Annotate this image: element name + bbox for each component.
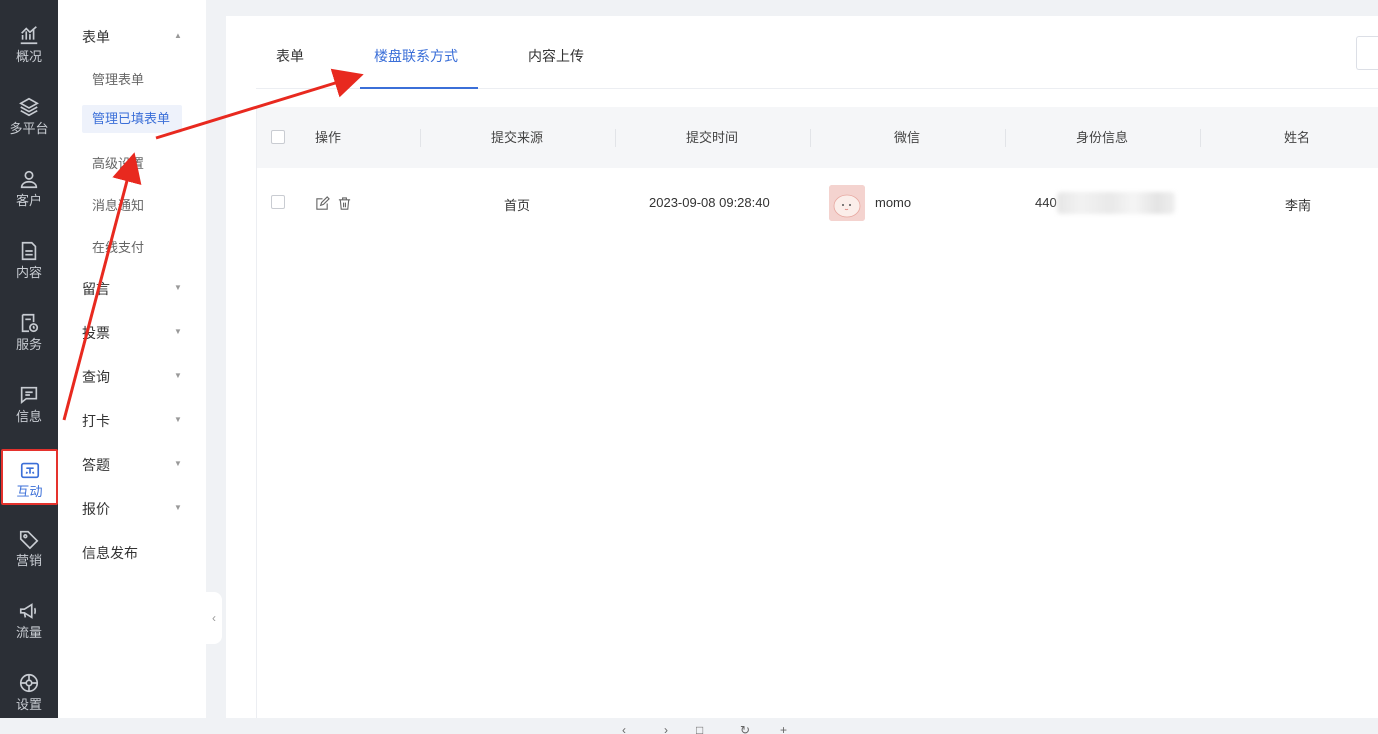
caret-down-icon: ▼ bbox=[174, 327, 182, 336]
user-icon bbox=[20, 170, 38, 189]
main-content: 表单 楼盘联系方式 内容上传 操作 提交来源 提交时间 微信 身份信息 姓名 首… bbox=[226, 16, 1378, 718]
submenu-item-notifications[interactable]: 消息通知 bbox=[92, 195, 144, 214]
column-divider bbox=[615, 129, 616, 147]
tag-icon bbox=[19, 530, 39, 550]
tab-form[interactable]: 表单 bbox=[276, 46, 304, 66]
add-icon[interactable]: + bbox=[780, 724, 787, 734]
cell-identity: 440 bbox=[1035, 195, 1057, 210]
submenu-item-payment[interactable]: 在线支付 bbox=[92, 237, 144, 256]
submenu-item-manage-forms[interactable]: 管理表单 bbox=[92, 69, 144, 88]
table-header: 操作 提交来源 提交时间 微信 身份信息 姓名 bbox=[257, 107, 1378, 168]
column-header-identity[interactable]: 身份信息 bbox=[1076, 107, 1128, 168]
column-header-actions: 操作 bbox=[315, 130, 342, 145]
cell-time: 2023-09-08 09:28:40 bbox=[649, 195, 770, 210]
fullscreen-icon[interactable]: □ bbox=[696, 724, 703, 734]
nav-settings[interactable]: 设置 bbox=[0, 672, 58, 732]
column-header-wechat[interactable]: 微信 bbox=[894, 107, 920, 168]
sub-menu: 表单 ▲ 管理表单 管理已填表单 高级设置 消息通知 在线支付 留言 ▼ 投票 … bbox=[58, 0, 206, 718]
caret-up-icon: ▲ bbox=[174, 31, 182, 40]
cell-source: 首页 bbox=[504, 198, 531, 213]
submenu-item-filled-forms[interactable]: 管理已填表单 bbox=[82, 105, 182, 133]
nav-customers[interactable]: 客户 bbox=[0, 168, 58, 228]
nav-marketing[interactable]: 营销 bbox=[0, 528, 58, 588]
nav-label: 信息 bbox=[15, 409, 42, 424]
submenu-group-vote[interactable]: 投票 bbox=[82, 323, 110, 343]
row-checkbox[interactable] bbox=[271, 195, 285, 209]
cell-wechat: momo bbox=[875, 195, 912, 210]
nav-multiplatform[interactable]: 多平台 bbox=[0, 96, 58, 156]
submenu-group-quote[interactable]: 报价 bbox=[82, 499, 110, 519]
document-icon bbox=[21, 241, 37, 261]
nav-content[interactable]: 内容 bbox=[0, 240, 58, 300]
submenu-group-quiz[interactable]: 答题 bbox=[82, 455, 110, 475]
caret-down-icon: ▼ bbox=[174, 371, 182, 380]
chevron-left-icon: ‹ bbox=[212, 611, 216, 625]
cell-name: 李南 bbox=[1285, 198, 1312, 213]
caret-down-icon: ▼ bbox=[174, 459, 182, 468]
chart-icon bbox=[20, 26, 38, 45]
interaction-icon bbox=[20, 462, 39, 479]
prev-icon[interactable]: ‹ bbox=[622, 724, 626, 734]
column-divider bbox=[420, 129, 421, 147]
submenu-group-comments[interactable]: 留言 bbox=[82, 279, 110, 299]
column-header-source[interactable]: 提交来源 bbox=[491, 107, 543, 168]
rotate-icon[interactable]: ↻ bbox=[740, 724, 750, 734]
submenu-item-publish[interactable]: 信息发布 bbox=[82, 543, 138, 563]
submenu-item-advanced[interactable]: 高级设置 bbox=[92, 153, 144, 172]
nav-label: 互动 bbox=[16, 484, 43, 499]
nav-label: 服务 bbox=[15, 337, 42, 352]
message-icon bbox=[20, 386, 38, 405]
service-icon bbox=[21, 313, 39, 333]
submenu-group-query[interactable]: 查询 bbox=[82, 367, 110, 387]
main-nav-rail: 概况 多平台 客户 内容 服务 信息 互动 营销 流量 设置 bbox=[0, 0, 58, 718]
column-divider bbox=[1200, 129, 1201, 147]
collapse-sidebar-button[interactable]: ‹ bbox=[206, 592, 222, 644]
submenu-group-checkin[interactable]: 打卡 bbox=[82, 411, 110, 431]
delete-icon[interactable] bbox=[337, 196, 352, 211]
select-all-checkbox[interactable] bbox=[271, 130, 285, 144]
active-tab-indicator bbox=[360, 87, 478, 89]
column-divider bbox=[1005, 129, 1006, 147]
settings-icon bbox=[19, 673, 39, 693]
nav-label: 设置 bbox=[15, 697, 42, 712]
nav-label: 流量 bbox=[15, 625, 42, 640]
submissions-table: 操作 提交来源 提交时间 微信 身份信息 姓名 首页 2023-09-08 09… bbox=[256, 107, 1378, 718]
nav-label: 多平台 bbox=[9, 121, 49, 136]
nav-message[interactable]: 信息 bbox=[0, 384, 58, 444]
column-divider bbox=[810, 129, 811, 147]
nav-label: 客户 bbox=[15, 193, 42, 208]
next-icon[interactable]: › bbox=[664, 724, 668, 734]
caret-down-icon: ▼ bbox=[174, 415, 182, 424]
column-header-time[interactable]: 提交时间 bbox=[686, 107, 738, 168]
nav-overview[interactable]: 概况 bbox=[0, 24, 58, 84]
nav-label: 营销 bbox=[15, 553, 42, 568]
bottom-toolbar: ‹ › □ ↻ + bbox=[612, 724, 802, 734]
nav-label: 内容 bbox=[15, 265, 42, 280]
nav-service[interactable]: 服务 bbox=[0, 312, 58, 372]
megaphone-icon bbox=[19, 603, 37, 619]
tab-property-contact[interactable]: 楼盘联系方式 bbox=[374, 46, 458, 66]
submenu-group-form[interactable]: 表单 bbox=[82, 27, 110, 47]
redacted-identity bbox=[1057, 192, 1175, 214]
nav-interaction[interactable]: 互动 bbox=[1, 449, 58, 505]
caret-down-icon: ▼ bbox=[174, 503, 182, 512]
avatar bbox=[829, 185, 865, 221]
nav-traffic[interactable]: 流量 bbox=[0, 600, 58, 660]
tab-content-upload[interactable]: 内容上传 bbox=[528, 46, 584, 66]
layers-icon bbox=[19, 97, 39, 117]
column-header-name[interactable]: 姓名 bbox=[1284, 107, 1310, 168]
table-row: 首页 2023-09-08 09:28:40 momo 440 李南 bbox=[257, 168, 1378, 240]
edit-icon[interactable] bbox=[315, 196, 330, 211]
tab-bar: 表单 楼盘联系方式 内容上传 bbox=[256, 16, 1378, 89]
nav-label: 概况 bbox=[15, 49, 42, 64]
caret-down-icon: ▼ bbox=[174, 283, 182, 292]
toolbar-button[interactable] bbox=[1356, 36, 1378, 70]
